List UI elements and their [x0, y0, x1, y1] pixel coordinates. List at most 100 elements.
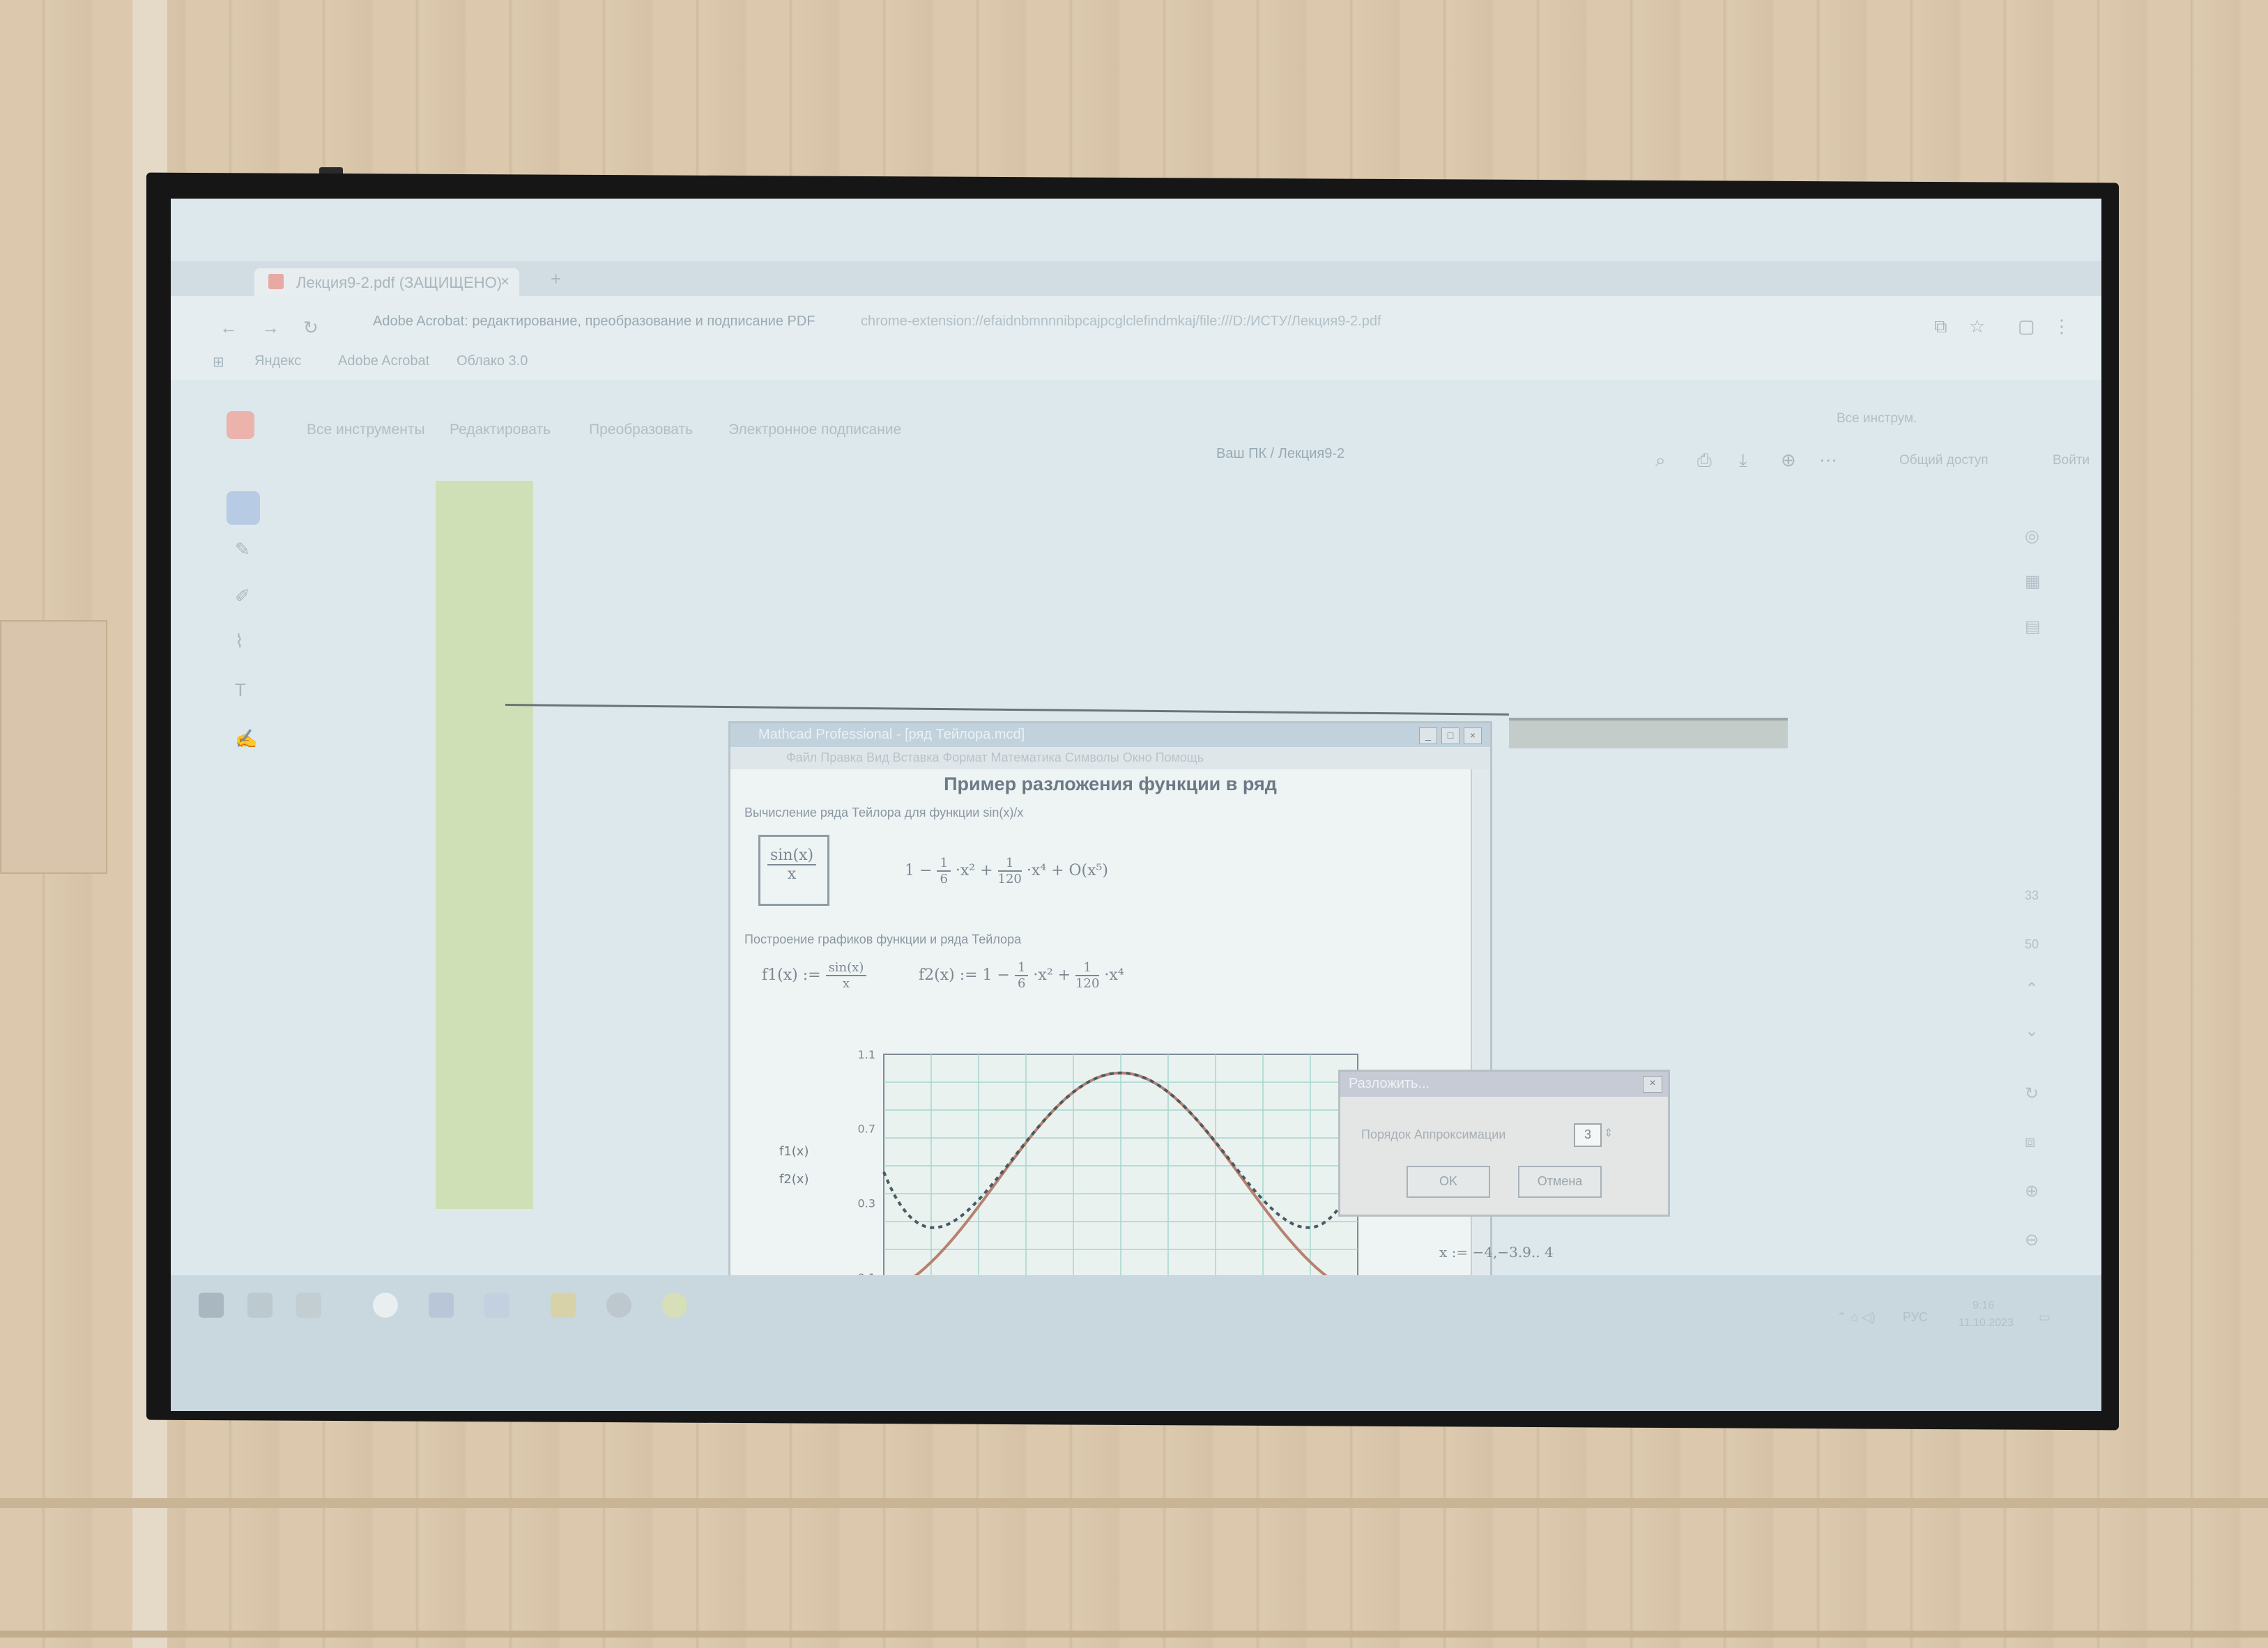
- mathcad-menu-bar[interactable]: Файл Правка Вид Вставка Формат Математик…: [730, 747, 1490, 769]
- wall-panel: [0, 620, 107, 874]
- all-tools-toggle[interactable]: Все инструм.: [1837, 411, 1917, 426]
- dialog-close-icon[interactable]: ×: [1643, 1076, 1662, 1093]
- highlight-tool-icon[interactable]: ⌇: [235, 631, 244, 652]
- bookmark-cloud[interactable]: Облако 3.0: [457, 353, 528, 369]
- pdf-icon: [268, 274, 284, 289]
- plot-y-ticks: 1.10.70.3−0.1: [848, 1048, 875, 1284]
- spinner-icon[interactable]: ⇕: [1604, 1126, 1613, 1140]
- select-tool-icon[interactable]: [227, 491, 260, 525]
- taskbar-app-icon[interactable]: [296, 1293, 321, 1318]
- apps-icon[interactable]: ⊞: [213, 353, 224, 371]
- legend-f2: f2(x): [779, 1172, 809, 1187]
- f1-definition: f1(x) := sin(x) x: [762, 960, 867, 991]
- menu-edit[interactable]: Редактировать: [450, 422, 551, 438]
- bookmarks-panel-icon[interactable]: ▤: [2025, 617, 2041, 637]
- document-icon[interactable]: [484, 1293, 509, 1318]
- share-button[interactable]: Общий доступ: [1899, 453, 1989, 468]
- plot-grid: [883, 1054, 1358, 1278]
- close-tab-icon[interactable]: ×: [500, 272, 509, 291]
- f2-label: f2(x) := 1 −: [919, 967, 1010, 984]
- text-tool-icon[interactable]: T: [235, 679, 246, 701]
- mathcad-title: Mathcad Professional - [ряд Тейлора.mcd]: [758, 727, 1025, 742]
- clock-time[interactable]: 9:16: [1972, 1300, 1994, 1312]
- page-highlight-strip: [436, 481, 533, 1209]
- bookmark-star-icon[interactable]: ☆: [1969, 316, 1985, 337]
- notifications-icon[interactable]: ▭: [2039, 1310, 2051, 1325]
- mathcad-taskbar-icon[interactable]: [606, 1293, 631, 1318]
- page-title-in-omnibox[interactable]: Adobe Acrobat: редактирование, преобразо…: [373, 314, 815, 330]
- y-tick-label: 0.7: [858, 1123, 875, 1136]
- maximize-icon[interactable]: □: [1441, 727, 1459, 744]
- signature-tool-icon[interactable]: ✍: [235, 728, 257, 750]
- approximation-order-input[interactable]: 3: [1574, 1123, 1602, 1147]
- wall-rail-lower: [0, 1631, 2268, 1638]
- word-icon[interactable]: [429, 1293, 454, 1318]
- expand-dialog[interactable]: Разложить... × Порядок Аппроксимации 3 ⇕…: [1338, 1070, 1670, 1217]
- worksheet-subtitle-taylor: Вычисление ряда Тейлора для функции sin(…: [744, 806, 1024, 819]
- translate-icon[interactable]: ⧉: [1934, 316, 1947, 338]
- search-icon[interactable]: ⌕: [1655, 449, 1666, 472]
- draw-tool-icon[interactable]: ✐: [235, 585, 250, 607]
- f2-definition: f2(x) := 1 − 16 ·x² + 1 120 ·x⁴: [919, 960, 1124, 991]
- close-icon[interactable]: ×: [1464, 727, 1482, 744]
- start-icon[interactable]: [199, 1293, 224, 1318]
- range-variable: x := −4,−3.9.. 4: [1439, 1244, 1554, 1261]
- thumbnails-icon[interactable]: ▦: [2025, 571, 2041, 592]
- projected-desktop: Лекция9-2.pdf (ЗАЩИЩЕНО) × + ← → ↻ Adobe…: [171, 199, 2101, 1411]
- zoom-in-icon[interactable]: ⊕: [2025, 1181, 2039, 1201]
- bookmark-acrobat[interactable]: Adobe Acrobat: [338, 353, 429, 369]
- worksheet-subtitle-plot: Построение графиков функции и ряда Тейло…: [744, 932, 1022, 946]
- new-tab-button[interactable]: +: [551, 268, 561, 290]
- fit-page-icon[interactable]: ⧈: [2025, 1132, 2035, 1152]
- mathcad-title-bar[interactable]: Mathcad Professional - [ряд Тейлора.mcd]…: [730, 723, 1490, 747]
- print-icon[interactable]: ⎙: [1697, 449, 1712, 472]
- page-number-total: 50: [2025, 937, 2039, 951]
- browser-tab[interactable]: Лекция9-2.pdf (ЗАЩИЩЕНО) ×: [254, 268, 519, 296]
- cancel-button[interactable]: Отмена: [1518, 1166, 1602, 1198]
- legend-f1: f1(x): [779, 1144, 809, 1159]
- rotate-icon[interactable]: ↻: [2025, 1084, 2039, 1104]
- menu-all-tools[interactable]: Все инструменты: [307, 422, 425, 438]
- download-icon[interactable]: ⤓: [1739, 449, 1747, 472]
- page-up-icon[interactable]: ⌃: [2025, 979, 2039, 999]
- back-icon[interactable]: ←: [220, 317, 238, 339]
- ok-button[interactable]: OK: [1407, 1166, 1490, 1198]
- sinx-over-x-formula[interactable]: sin(x) x: [758, 835, 829, 906]
- worksheet-heading: Пример разложения функции в ряд: [944, 773, 1277, 794]
- comment-tool-icon[interactable]: ✎: [235, 539, 250, 560]
- link-icon[interactable]: ⊕: [1781, 449, 1796, 471]
- page-grey-band: [1509, 718, 1788, 748]
- zoom-out-icon[interactable]: ⊖: [2025, 1230, 2039, 1250]
- page-number-current: 33: [2025, 888, 2039, 902]
- minimize-icon[interactable]: _: [1419, 727, 1437, 744]
- taylor-series-result: 1 − 16 ·x² + 1 120 ·x⁴ + O(x⁵): [905, 856, 1108, 886]
- approximation-order-label: Порядок Аппроксимации: [1361, 1127, 1506, 1141]
- menu-e-sign[interactable]: Электронное подписание: [728, 422, 901, 438]
- series-head: 1 −: [905, 862, 933, 879]
- menu-icon[interactable]: ⋮: [2053, 316, 2071, 337]
- yandex-browser-icon[interactable]: [373, 1293, 398, 1318]
- clock-date[interactable]: 11.10.2023: [1959, 1317, 2014, 1330]
- extensions-icon[interactable]: ▢: [2018, 316, 2035, 337]
- tab-title: Лекция9-2.pdf (ЗАЩИЩЕНО): [296, 274, 503, 291]
- tray-icons[interactable]: ⌃ ⌂ ◁): [1837, 1310, 1876, 1325]
- comments-panel-icon[interactable]: ◎: [2025, 526, 2039, 546]
- chrome-icon[interactable]: [662, 1293, 687, 1318]
- page-down-icon[interactable]: ⌄: [2025, 1021, 2039, 1041]
- dialog-title: Разложить...: [1340, 1072, 1668, 1097]
- wall-rail: [0, 1498, 2268, 1508]
- bookmark-yandex[interactable]: Яндекс: [254, 353, 301, 369]
- file-explorer-icon[interactable]: [551, 1293, 576, 1318]
- menu-convert[interactable]: Преобразовать: [589, 422, 693, 438]
- reload-icon[interactable]: ↻: [303, 317, 319, 339]
- more-icon[interactable]: ⋯: [1819, 449, 1837, 471]
- taylor-plot[interactable]: 1.10.70.3−0.1 f1(x) f2(x): [758, 1040, 1427, 1291]
- page-divider-line: [505, 704, 1509, 716]
- task-view-icon[interactable]: [247, 1293, 273, 1318]
- windows-taskbar: [171, 1275, 2101, 1411]
- forward-icon[interactable]: →: [261, 317, 279, 339]
- language-indicator[interactable]: РУС: [1903, 1310, 1928, 1325]
- acrobat-logo[interactable]: [227, 411, 254, 439]
- signin-button[interactable]: Войти: [2053, 453, 2090, 468]
- url-field[interactable]: chrome-extension://efaidnbmnnnibpcajpcgl…: [861, 314, 1381, 330]
